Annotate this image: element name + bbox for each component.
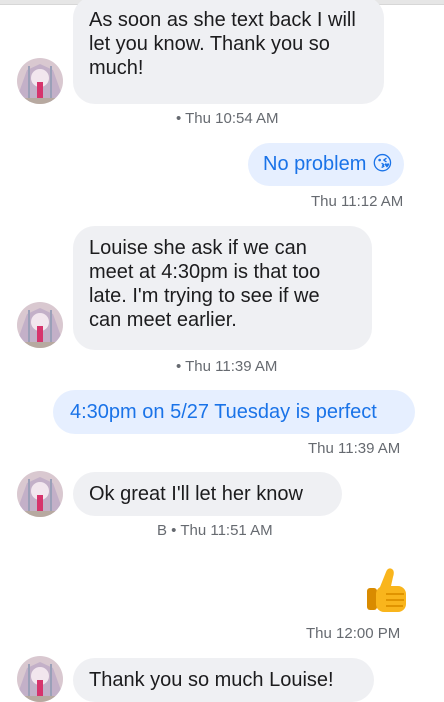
message-timestamp: B • Thu 11:51 AM <box>157 522 273 539</box>
message-text: Thank you so much Louise! <box>89 669 334 691</box>
message-timestamp: Thu 11:39 AM <box>308 440 401 457</box>
message-text: Ok great I'll let her know <box>89 483 303 505</box>
message-timestamp: • Thu 10:54 AM <box>176 110 279 127</box>
thumbs-up-icon[interactable] <box>364 566 410 619</box>
incoming-message-bubble[interactable]: Louise she ask if we can meet at 4:30pm … <box>73 226 372 350</box>
incoming-message-bubble[interactable]: Ok great I'll let her know <box>73 472 342 516</box>
outgoing-message-bubble[interactable]: No problem 😘 <box>248 143 404 186</box>
incoming-message-bubble[interactable]: Thank you so much Louise! <box>73 658 374 702</box>
message-timestamp: Thu 11:12 AM <box>311 193 404 210</box>
contact-avatar-icon[interactable] <box>17 302 63 348</box>
kiss-emoji-icon: 😘 <box>371 153 393 175</box>
message-timestamp: • Thu 11:39 AM <box>176 358 278 375</box>
contact-avatar-icon[interactable] <box>17 58 63 104</box>
message-text: As soon as she text back I will let you … <box>89 9 356 79</box>
message-text: Louise she ask if we can meet at 4:30pm … <box>89 237 321 331</box>
message-text: No problem <box>263 153 367 175</box>
contact-avatar-icon[interactable] <box>17 471 63 517</box>
outgoing-message-bubble[interactable]: 4:30pm on 5/27 Tuesday is perfect <box>53 390 415 434</box>
incoming-message-bubble[interactable]: As soon as she text back I will let you … <box>73 0 384 104</box>
message-timestamp: Thu 12:00 PM <box>306 625 401 642</box>
message-text: 4:30pm on 5/27 Tuesday is perfect <box>70 401 377 423</box>
contact-avatar-icon[interactable] <box>17 656 63 702</box>
